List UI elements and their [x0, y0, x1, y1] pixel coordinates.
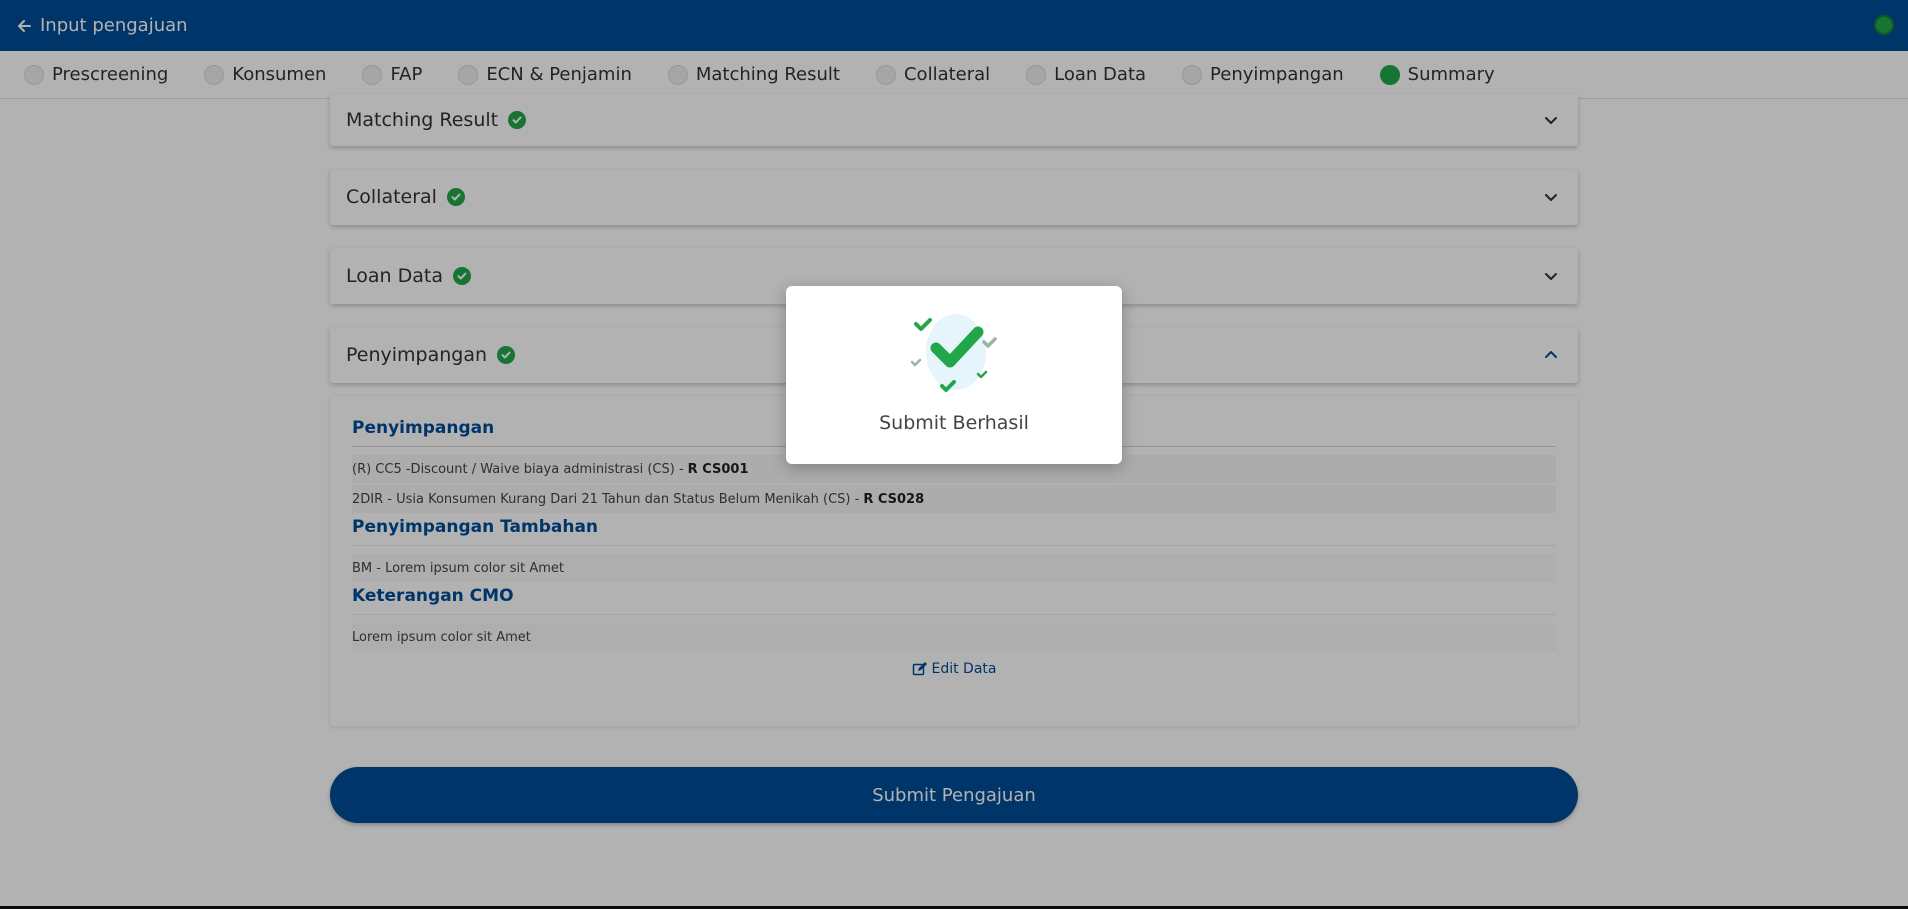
modal-message: Submit Berhasil [879, 412, 1029, 434]
success-modal: Submit Berhasil [786, 286, 1122, 464]
success-checkmarks-icon [894, 302, 1014, 402]
